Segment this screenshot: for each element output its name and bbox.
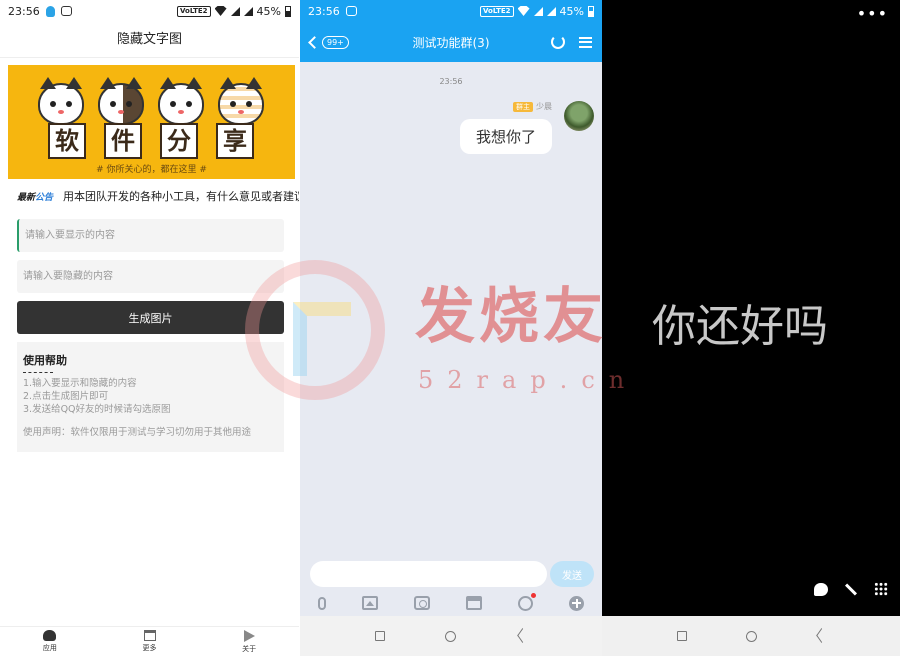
system-nav-bar xyxy=(602,616,900,656)
image-toolbar xyxy=(814,582,888,596)
notice-text: 用本团队开发的各种小工具，有什么意见或者建议可 xyxy=(63,190,299,203)
notice-tag: 最新公告 xyxy=(17,190,53,203)
back-icon[interactable] xyxy=(517,630,527,642)
help-step: 1.输入要显示和隐藏的内容 xyxy=(23,378,137,389)
banner-tile: 件 xyxy=(104,123,142,159)
home-icon[interactable] xyxy=(745,630,757,642)
signal-icon-2 xyxy=(243,6,253,16)
cat-4-icon xyxy=(218,77,264,125)
status-time: 23:56 xyxy=(8,4,40,18)
generate-image-button[interactable]: 生成图片 xyxy=(17,301,284,334)
notice-tag-part1: 最新 xyxy=(17,192,36,203)
notice-tag-part2: 公告 xyxy=(35,192,54,203)
back-icon[interactable] xyxy=(816,630,826,642)
banner-tile: 分 xyxy=(160,123,198,159)
help-title: 使用帮助 xyxy=(23,354,67,367)
owner-badge: 群主 xyxy=(513,101,533,112)
app-panel: 23:56 VoLTE2 45% 隐藏文字图 软 件 分 享 # 你所关心的，都… xyxy=(0,0,299,656)
signal-icon-2 xyxy=(546,6,556,16)
image-viewer-panel: ••• xyxy=(602,0,900,656)
app-notification-icon xyxy=(345,6,357,16)
nav-item-more[interactable]: 更多 xyxy=(100,627,200,656)
plus-icon[interactable] xyxy=(569,595,584,611)
about-icon xyxy=(243,629,255,642)
help-divider xyxy=(23,372,53,373)
notice-bar[interactable]: 最新公告 用本团队开发的各种小工具，有什么意见或者建议可 xyxy=(17,188,299,204)
image-icon[interactable] xyxy=(362,596,378,610)
avatar[interactable] xyxy=(564,101,594,131)
wifi-icon xyxy=(517,6,530,16)
page-title: 隐藏文字图 xyxy=(0,22,299,58)
help-section: 使用帮助 1.输入要显示和隐藏的内容 2.点击生成图片即可 3.发送给QQ好友的… xyxy=(17,342,284,452)
home-icon[interactable] xyxy=(445,630,457,642)
nav-item-about[interactable]: 关于 xyxy=(199,627,299,656)
menu-icon[interactable] xyxy=(579,36,592,48)
chevron-left-icon xyxy=(308,35,321,49)
help-step: 2.点击生成图片即可 xyxy=(23,391,109,402)
status-time: 23:56 xyxy=(308,4,340,18)
status-bar: 23:56 VoLTE2 45% xyxy=(0,0,299,22)
volte-indicator: VoLTE2 xyxy=(176,5,211,17)
app-notification-icon xyxy=(60,6,72,16)
chat-bubble-icon[interactable] xyxy=(814,582,828,596)
grid-icon[interactable] xyxy=(874,582,888,596)
app-icon xyxy=(43,630,57,641)
signal-icon xyxy=(533,6,543,16)
camera-icon[interactable] xyxy=(414,596,430,610)
recents-icon[interactable] xyxy=(676,631,687,641)
chat-panel: 23:56 VoLTE2 45% 99+ 测试功能群(3) 23:56 群主 少… xyxy=(300,0,602,656)
more-options-button[interactable]: ••• xyxy=(857,4,888,23)
banner-slogan: # 你所关心的，都在这里 # xyxy=(96,165,207,175)
battery-icon xyxy=(285,5,291,17)
banner-tile: 享 xyxy=(216,123,254,159)
cat-1-icon xyxy=(38,77,84,125)
hidden-text-input[interactable] xyxy=(17,260,284,293)
nav-label: 关于 xyxy=(242,644,257,653)
message-bubble[interactable]: 我想你了 xyxy=(459,119,552,154)
status-bar: 23:56 VoLTE2 45% xyxy=(300,0,602,22)
nav-label: 更多 xyxy=(142,644,157,652)
microphone-icon[interactable] xyxy=(318,596,326,610)
back-button[interactable]: 99+ xyxy=(308,35,349,49)
message-sender: 群主 少晨 xyxy=(513,101,552,112)
banner-tile: 软 xyxy=(48,123,86,159)
message-input[interactable] xyxy=(310,561,547,587)
chat-header: 99+ 测试功能群(3) xyxy=(300,22,602,62)
banner-image: 软 件 分 享 # 你所关心的，都在这里 # xyxy=(8,65,295,179)
battery-icon xyxy=(588,5,594,17)
magic-wand-icon[interactable] xyxy=(844,582,858,596)
help-declaration: 使用声明：软件仅限用于测试与学习切勿用于其他用途 xyxy=(23,427,252,438)
qq-notification-icon xyxy=(45,5,55,17)
unread-badge: 99+ xyxy=(322,35,349,49)
red-packet-icon[interactable] xyxy=(466,596,482,610)
bottom-nav: 应用 更多 关于 xyxy=(0,626,299,656)
send-button[interactable]: 发送 xyxy=(550,561,594,587)
help-step: 3.发送给QQ好友的时候请勾选原图 xyxy=(23,404,171,415)
chat-toolbar xyxy=(300,592,602,614)
signal-icon xyxy=(230,6,240,16)
sender-name: 少晨 xyxy=(536,102,552,111)
display-text-input[interactable] xyxy=(17,219,284,252)
cat-3-icon xyxy=(158,77,204,125)
message-timestamp: 23:56 xyxy=(439,77,463,86)
volte-indicator: VoLTE2 xyxy=(479,5,514,17)
cat-2-icon xyxy=(98,77,144,125)
battery-percent: 45% xyxy=(559,4,584,18)
group-app-icon[interactable] xyxy=(551,35,565,49)
system-nav-bar xyxy=(300,616,602,656)
wifi-icon xyxy=(214,6,227,16)
more-icon xyxy=(143,630,156,641)
battery-percent: 45% xyxy=(256,4,281,18)
nav-label: 应用 xyxy=(42,644,57,652)
nav-item-app[interactable]: 应用 xyxy=(0,627,100,656)
emoji-icon[interactable] xyxy=(518,592,536,611)
recents-icon[interactable] xyxy=(375,631,386,641)
banner-tiles: 软 件 分 享 xyxy=(48,123,254,159)
